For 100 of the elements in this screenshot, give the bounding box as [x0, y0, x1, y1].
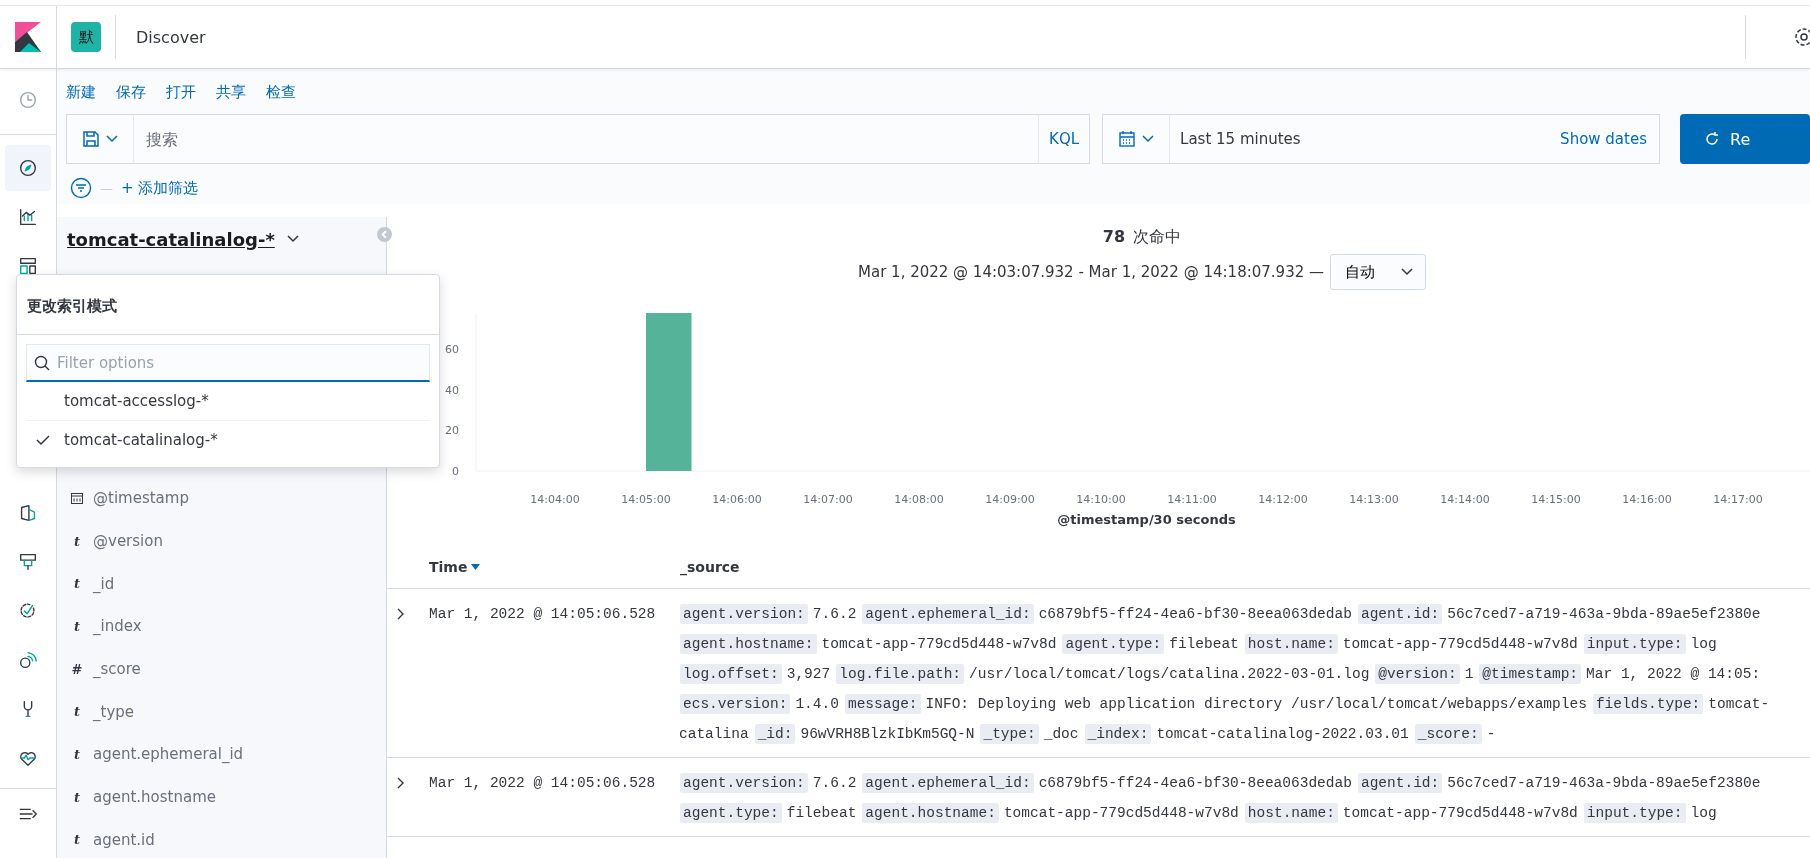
source-field-key: message:: [844, 694, 921, 714]
source-field-key: host.name:: [1244, 803, 1338, 823]
source-field-key: @version:: [1375, 664, 1460, 684]
expand-chevron-icon[interactable]: [397, 608, 405, 620]
source-field-value: catalina: [679, 726, 749, 742]
field-name[interactable]: _index: [93, 617, 142, 636]
x-axis-title: @timestamp/30 seconds: [1057, 512, 1236, 527]
top-menu-link[interactable]: 共享: [216, 82, 246, 102]
logo-icon[interactable]: [15, 22, 41, 52]
source-field-key: agent.version:: [680, 604, 808, 624]
source-field-key: host.name:: [1244, 634, 1338, 654]
source-field-key: log.offset:: [680, 664, 782, 684]
y-tick-label: 60: [445, 343, 459, 357]
top-menu-link[interactable]: 保存: [116, 82, 146, 102]
field-type-symbol: t: [73, 618, 81, 634]
sort-down-icon[interactable]: [471, 564, 481, 570]
source-field-key: @timestamp:: [1479, 664, 1582, 684]
page-title: Discover: [136, 27, 206, 47]
index-pattern-option[interactable]: tomcat-catalinalog-*: [26, 421, 430, 459]
source-field-value: 1: [1464, 666, 1474, 682]
source-field-value: 96wVRH8BlzkIbKm5GQ-N: [800, 726, 975, 742]
source-field-value: filebeat: [1169, 636, 1239, 652]
interval-select[interactable]: 自动: [1330, 254, 1426, 290]
source-field-value: -: [1486, 726, 1496, 742]
source-field-value: INFO: Deploying web application directory /usr/local/tomcat/webapps/examples: [925, 696, 1587, 712]
refresh-button[interactable]: Re: [1680, 114, 1810, 164]
source-field-value: /usr/local/tomcat/logs/catalina.2022-03-01.log: [969, 666, 1370, 682]
x-tick-label: 14:13:00: [1349, 493, 1399, 506]
source-field-value: tomcat-app-779cd5d448-w7v8d: [821, 636, 1057, 652]
space-avatar[interactable]: 默: [71, 22, 101, 52]
source-field-key: _score:: [1414, 724, 1482, 744]
show-dates-link[interactable]: Show dates: [1560, 130, 1647, 148]
document-time: Mar 1, 2022 @ 14:05:06.528: [429, 774, 657, 793]
filter-options-field[interactable]: Filter options: [26, 344, 430, 382]
top-menu-link[interactable]: 新建: [66, 82, 96, 102]
field-name[interactable]: @version: [93, 532, 163, 551]
x-tick-label: 14:12:00: [1258, 493, 1308, 506]
field-name[interactable]: agent.ephemeral_id: [93, 745, 244, 764]
source-field-key: agent.type:: [680, 803, 782, 823]
top-menu-link[interactable]: 检查: [266, 82, 296, 102]
dashboard-icon: [17, 255, 39, 277]
chevron-down-icon: [286, 235, 299, 243]
popover-title: 更改索引模式: [17, 275, 439, 335]
hit-count: 78 次命中: [1101, 227, 1183, 248]
chart-icon: [17, 206, 39, 228]
signal-icon: [17, 649, 39, 671]
column-header[interactable]: _source: [680, 559, 740, 575]
field-name[interactable]: _score: [93, 660, 141, 679]
x-tick-label: 14:15:00: [1531, 493, 1581, 506]
x-tick-label: 14:11:00: [1167, 493, 1217, 506]
source-field-key: _type:: [980, 724, 1039, 744]
source-field-key: log.file.path:: [836, 664, 965, 684]
search-field[interactable]: 搜索: [134, 114, 1039, 164]
option-label: tomcat-catalinalog-*: [64, 431, 218, 449]
x-tick-label: 14:14:00: [1440, 493, 1490, 506]
source-field-value: c6879bf5-ff24-4ea6-bf30-8eea063dedab: [1038, 606, 1352, 622]
x-tick-label: 14:07:00: [803, 493, 853, 506]
saved-query-button[interactable]: [66, 114, 134, 164]
x-tick-label: 14:10:00: [1076, 493, 1126, 506]
top-menu-link[interactable]: 打开: [166, 82, 196, 102]
x-tick-label: 14:08:00: [894, 493, 944, 506]
field-type-symbol: t: [73, 832, 81, 848]
chevron-down-icon: [1401, 268, 1413, 276]
column-header[interactable]: Time: [429, 559, 468, 575]
source-field-key: agent.hostname:: [862, 803, 999, 823]
source-field-value: tomcat-app-779cd5d448-w7v8d: [1003, 805, 1239, 821]
expand-chevron-icon[interactable]: [397, 777, 405, 789]
calendar-icon: [71, 492, 83, 505]
x-tick-label: 14:17:00: [1713, 493, 1763, 506]
time-range-value[interactable]: Last 15 minutes: [1180, 130, 1561, 148]
field-type-symbol: t: [73, 576, 81, 592]
source-field-value: 56c7ced7-a719-463a-9bda-89ae5ef2380e: [1447, 606, 1761, 622]
field-name[interactable]: @timestamp: [93, 489, 189, 508]
query-language-button[interactable]: KQL: [1038, 114, 1091, 164]
source-field-value: tomcat-app-779cd5d448-w7v8d: [1342, 636, 1578, 652]
index-pattern-title[interactable]: tomcat-catalinalog-*: [67, 228, 275, 250]
check-icon: [36, 433, 50, 447]
clock-icon: [17, 89, 39, 111]
index-pattern-option[interactable]: tomcat-accesslog-*: [26, 382, 430, 421]
source-field-key: input.type:: [1583, 803, 1686, 823]
source-field-value: filebeat: [786, 805, 857, 821]
field-name[interactable]: agent.hostname: [93, 788, 217, 807]
field-type-symbol: #: [71, 661, 83, 677]
source-field-value: log: [1690, 805, 1717, 821]
source-field-value: log: [1690, 636, 1717, 652]
source-field-value: 56c7ced7-a719-463a-9bda-89ae5ef2380e: [1447, 775, 1761, 791]
x-tick-label: 14:06:00: [712, 493, 762, 506]
field-name[interactable]: agent.id: [93, 830, 155, 849]
x-tick-label: 14:09:00: [985, 493, 1035, 506]
source-field-key: fields.type:: [1592, 694, 1704, 714]
source-field-key: agent.hostname:: [680, 634, 817, 654]
field-type-symbol: t: [73, 789, 81, 805]
source-field-value: 1.4.0: [795, 696, 839, 712]
option-label: tomcat-accesslog-*: [64, 392, 209, 410]
settings-icon[interactable]: [1792, 25, 1810, 49]
nav-item[interactable]: [5, 145, 51, 191]
filter-icon[interactable]: [70, 177, 92, 199]
field-name[interactable]: _type: [93, 702, 134, 721]
field-name[interactable]: _id: [93, 574, 115, 593]
add-filter-link[interactable]: + 添加筛选: [121, 178, 199, 198]
